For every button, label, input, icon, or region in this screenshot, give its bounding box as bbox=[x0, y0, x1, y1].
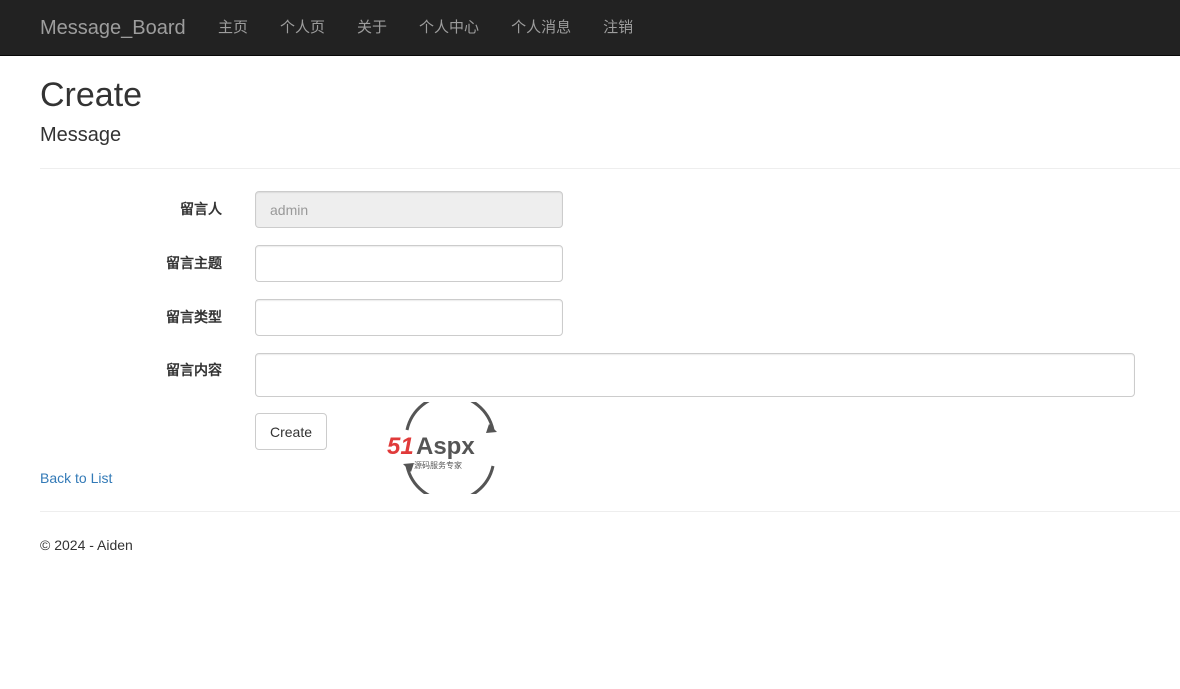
author-input[interactable] bbox=[255, 191, 563, 228]
nav-item-personal-page[interactable]: 个人页 bbox=[264, 0, 341, 55]
subject-label: 留言主题 bbox=[166, 256, 222, 272]
top-navbar: Message_Board 主页 个人页 关于 个人中心 个人消息 注销 bbox=[0, 0, 1180, 56]
watermark-tagline: 源码服务专家 bbox=[414, 460, 462, 470]
page-title: Create bbox=[40, 76, 143, 114]
author-label: 留言人 bbox=[180, 202, 222, 218]
content-label: 留言内容 bbox=[166, 363, 222, 379]
back-to-list-link[interactable]: Back to List bbox=[40, 468, 112, 488]
51aspx-logo-icon: 51 Aspx 源码服务专家 bbox=[387, 402, 497, 494]
brand-link[interactable]: Message_Board bbox=[40, 16, 186, 40]
nav-item-personal-center[interactable]: 个人中心 bbox=[403, 0, 495, 55]
nav-menu: 主页 个人页 关于 个人中心 个人消息 注销 bbox=[202, 0, 649, 55]
type-input[interactable] bbox=[255, 299, 563, 336]
footer-divider bbox=[40, 511, 1180, 512]
nav-item-home[interactable]: 主页 bbox=[202, 0, 264, 55]
subject-input[interactable] bbox=[255, 245, 563, 282]
divider bbox=[40, 168, 1180, 169]
nav-item-about[interactable]: 关于 bbox=[341, 0, 403, 55]
watermark-brand-red: 51 bbox=[387, 433, 414, 460]
footer-copyright: © 2024 - Aiden bbox=[40, 537, 133, 553]
watermark-brand-text: Aspx bbox=[416, 433, 475, 460]
page-subtitle: Message bbox=[40, 124, 122, 146]
nav-item-logout[interactable]: 注销 bbox=[587, 0, 649, 55]
create-button[interactable]: Create bbox=[255, 413, 327, 450]
nav-item-personal-messages[interactable]: 个人消息 bbox=[495, 0, 587, 55]
content-textarea[interactable] bbox=[255, 353, 1135, 397]
type-label: 留言类型 bbox=[166, 310, 222, 326]
